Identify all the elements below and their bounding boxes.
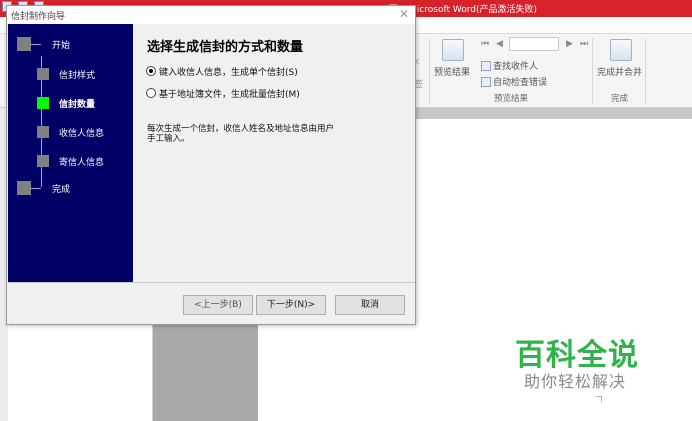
close-icon[interactable]: ✕ bbox=[399, 7, 409, 21]
watermark-sub: 助你轻松解决 bbox=[524, 372, 627, 391]
preview-group-label: 预览结果 bbox=[494, 94, 529, 104]
wizard-content: 选择生成信封的方式和数量 键入收信人信息，生成单个信封(S) 基于地址簿文件，生… bbox=[138, 28, 413, 278]
dialog-title: 信封制作向导 bbox=[11, 12, 66, 22]
auto-check-button[interactable]: 自动检查错误 bbox=[481, 75, 547, 88]
step-label: 开始 bbox=[52, 41, 71, 51]
ribbon-separator bbox=[645, 38, 646, 104]
last-record-icon[interactable]: ⏭ bbox=[580, 39, 588, 49]
find-recipient-button[interactable]: 查找收件人 bbox=[481, 59, 538, 72]
wizard-steps-panel: 开始 信封样式 信封数量 收信人信息 寄信人信息 完成 bbox=[8, 24, 133, 282]
cancel-button[interactable]: 取消 bbox=[335, 295, 405, 315]
back-button[interactable]: <上一步(B) bbox=[183, 295, 253, 315]
finish-group-label: 完成 bbox=[611, 94, 629, 104]
ribbon-separator bbox=[429, 38, 430, 104]
step-marker-active bbox=[37, 97, 49, 109]
preview-results-button[interactable]: 预览结果 bbox=[434, 65, 470, 78]
find-recipient-label: 查找收件人 bbox=[493, 62, 539, 72]
step-label: 信封样式 bbox=[59, 71, 96, 81]
auto-check-label: 自动检查错误 bbox=[493, 78, 548, 88]
footer-separator bbox=[8, 282, 415, 283]
preview-results-icon[interactable] bbox=[442, 39, 464, 61]
step-envelope-style: 信封样式 bbox=[8, 67, 133, 83]
ribbon-separator bbox=[592, 38, 593, 104]
step-recipient-info: 收信人信息 bbox=[8, 125, 133, 141]
step-marker bbox=[37, 68, 49, 80]
step-label: 收信人信息 bbox=[59, 129, 105, 139]
step-label: 信封数量 bbox=[59, 100, 96, 110]
find-recipient-icon bbox=[481, 61, 491, 71]
finish-merge-icon[interactable] bbox=[610, 39, 632, 61]
step-marker bbox=[17, 181, 31, 195]
radio-button[interactable] bbox=[146, 88, 156, 98]
step-connector bbox=[31, 44, 41, 45]
step-marker bbox=[37, 126, 49, 138]
step-marker bbox=[37, 155, 49, 167]
record-number-field[interactable] bbox=[509, 37, 559, 51]
step-start: 开始 bbox=[8, 37, 133, 53]
first-record-icon[interactable]: ⏮ bbox=[481, 39, 489, 49]
envelope-wizard-dialog: 信封制作向导 ✕ 开始 信封样式 信封数量 收信人信息 寄信人信息 完成 选择生… bbox=[6, 5, 416, 325]
wizard-heading: 选择生成信封的方式和数量 bbox=[147, 40, 304, 55]
description-line: 每次生成一个信封，收信人姓名及地址信息由用户 bbox=[147, 124, 335, 134]
step-label: 完成 bbox=[52, 185, 71, 195]
next-record-icon[interactable]: ▶ bbox=[566, 39, 573, 49]
next-button[interactable]: 下一步(N)> bbox=[256, 295, 326, 315]
step-label: 寄信人信息 bbox=[59, 158, 105, 168]
finish-merge-button[interactable]: 完成并合并 bbox=[597, 65, 642, 78]
prev-record-icon[interactable]: ◀ bbox=[496, 39, 503, 49]
option-description: 每次生成一个信封，收信人姓名及地址信息由用户 手工输入。 bbox=[147, 124, 377, 144]
option-label: 键入收信人信息，生成单个信封(S) bbox=[159, 68, 298, 78]
step-connector bbox=[31, 188, 41, 189]
option-label: 基于地址簿文件，生成批量信封(M) bbox=[159, 90, 300, 100]
step-marker bbox=[17, 37, 31, 51]
auto-check-icon bbox=[481, 77, 491, 87]
radio-button-checked[interactable] bbox=[146, 66, 156, 76]
description-line: 手工输入。 bbox=[147, 134, 190, 144]
dialog-titlebar[interactable]: 信封制作向导 ✕ bbox=[7, 6, 415, 24]
step-finish: 完成 bbox=[8, 181, 133, 197]
step-envelope-count: 信封数量 bbox=[8, 96, 133, 112]
margin-mark bbox=[596, 396, 602, 402]
step-sender-info: 寄信人信息 bbox=[8, 154, 133, 170]
